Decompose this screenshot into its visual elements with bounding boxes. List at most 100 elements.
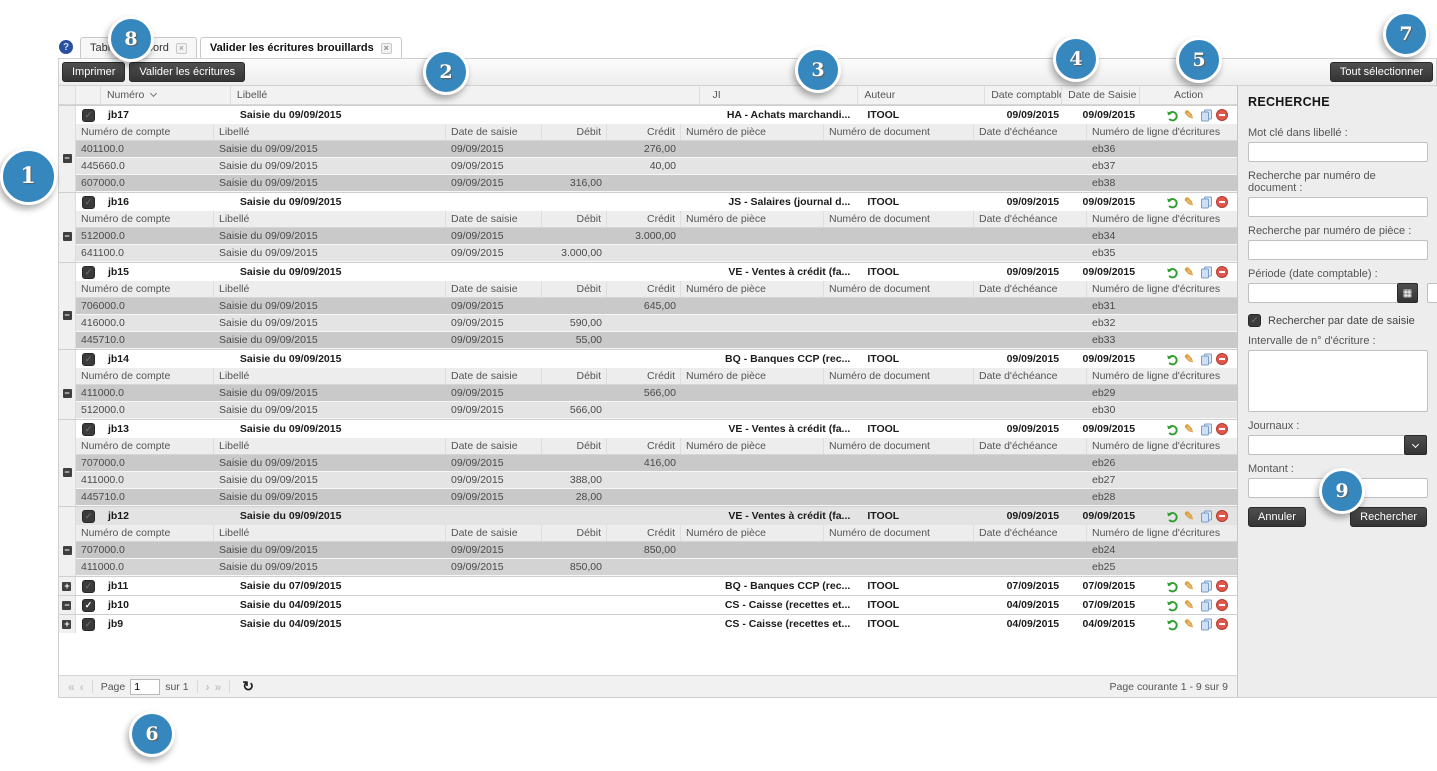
- expand-toggle-icon[interactable]: +: [62, 582, 71, 591]
- entry-group-row[interactable]: ✓jb13Saisie du 09/09/2015VE - Ventes à c…: [59, 419, 1237, 438]
- help-icon[interactable]: ?: [59, 40, 73, 54]
- collapse-toggle-icon[interactable]: −: [63, 546, 72, 555]
- column-header-date-saisie[interactable]: Date de Saisie: [1062, 86, 1140, 104]
- collapse-toggle-icon[interactable]: −: [63, 232, 72, 241]
- edit-icon[interactable]: ✎: [1182, 422, 1196, 436]
- validate-icon[interactable]: [1165, 509, 1179, 523]
- edit-icon[interactable]: ✎: [1182, 598, 1196, 612]
- calendar-icon[interactable]: ▦: [1397, 283, 1418, 303]
- detail-row[interactable]: 411000.0Saisie du 09/09/201509/09/201585…: [76, 559, 1237, 576]
- detail-row[interactable]: 707000.0Saisie du 09/09/201509/09/201541…: [76, 455, 1237, 472]
- detail-row[interactable]: 706000.0Saisie du 09/09/201509/09/201564…: [76, 298, 1237, 315]
- edit-icon[interactable]: ✎: [1182, 195, 1196, 209]
- validate-icon[interactable]: [1165, 617, 1179, 631]
- entry-group-row[interactable]: ✓jb17Saisie du 09/09/2015HA - Achats mar…: [59, 105, 1237, 124]
- column-header-auteur[interactable]: Auteur: [858, 86, 985, 104]
- num-piece-input[interactable]: [1248, 240, 1428, 260]
- detail-row[interactable]: 445710.0Saisie du 09/09/201509/09/201528…: [76, 489, 1237, 506]
- grid-scroll-area[interactable]: Numéro Libellé JI Auteur Date comptable …: [59, 86, 1237, 675]
- row-checkbox[interactable]: ✓: [82, 109, 95, 122]
- detail-row[interactable]: 707000.0Saisie du 09/09/201509/09/201585…: [76, 542, 1237, 559]
- validate-icon[interactable]: [1165, 598, 1179, 612]
- column-header-ji[interactable]: JI: [700, 86, 858, 104]
- row-checkbox[interactable]: ✓: [82, 196, 95, 209]
- delete-icon[interactable]: [1216, 109, 1228, 121]
- collapse-toggle-icon[interactable]: −: [63, 468, 72, 477]
- detail-row[interactable]: 411000.0Saisie du 09/09/201509/09/201538…: [76, 472, 1237, 489]
- dropdown-button[interactable]: [1404, 435, 1427, 455]
- delete-icon[interactable]: [1216, 618, 1228, 630]
- validate-icon[interactable]: [1165, 422, 1179, 436]
- rechercher-button[interactable]: Rechercher: [1350, 507, 1427, 527]
- expand-toggle-icon[interactable]: −: [62, 601, 71, 610]
- mot-cle-input[interactable]: [1248, 142, 1428, 162]
- delete-icon[interactable]: [1216, 196, 1228, 208]
- journaux-select-value[interactable]: [1248, 435, 1404, 455]
- annuler-button[interactable]: Annuler: [1248, 507, 1306, 527]
- entry-group-row[interactable]: +✓jb9Saisie du 04/09/2015CS - Caisse (re…: [59, 614, 1237, 633]
- edit-icon[interactable]: ✎: [1182, 108, 1196, 122]
- detail-row[interactable]: 401100.0Saisie du 09/09/201509/09/201527…: [76, 141, 1237, 158]
- delete-icon[interactable]: [1216, 266, 1228, 278]
- detail-row[interactable]: 416000.0Saisie du 09/09/201509/09/201559…: [76, 315, 1237, 332]
- validate-icon[interactable]: [1165, 195, 1179, 209]
- copy-icon[interactable]: [1199, 108, 1213, 122]
- copy-icon[interactable]: [1199, 579, 1213, 593]
- close-icon[interactable]: ×: [381, 43, 392, 54]
- validate-icon[interactable]: [1165, 265, 1179, 279]
- delete-icon[interactable]: [1216, 580, 1228, 592]
- copy-icon[interactable]: [1199, 265, 1213, 279]
- row-checkbox[interactable]: ✓: [82, 599, 95, 612]
- validate-icon[interactable]: [1165, 352, 1179, 366]
- entry-group-row[interactable]: −✓jb10Saisie du 04/09/2015CS - Caisse (r…: [59, 595, 1237, 614]
- validate-icon[interactable]: [1165, 108, 1179, 122]
- periode-debut-input[interactable]: [1248, 283, 1397, 303]
- row-checkbox[interactable]: ✓: [82, 353, 95, 366]
- edit-icon[interactable]: ✎: [1182, 617, 1196, 631]
- detail-row[interactable]: 411000.0Saisie du 09/09/201509/09/201556…: [76, 385, 1237, 402]
- tab-valider-ecritures-brouillards[interactable]: Valider les écritures brouillards ×: [200, 37, 402, 58]
- page-number-input[interactable]: [130, 679, 160, 695]
- entry-group-row[interactable]: ✓jb12Saisie du 09/09/2015VE - Ventes à c…: [59, 506, 1237, 525]
- row-checkbox[interactable]: ✓: [82, 423, 95, 436]
- collapse-toggle-icon[interactable]: −: [63, 311, 72, 320]
- valider-ecritures-button[interactable]: Valider les écritures: [129, 62, 245, 82]
- detail-row[interactable]: 512000.0Saisie du 09/09/201509/09/201556…: [76, 402, 1237, 419]
- edit-icon[interactable]: ✎: [1182, 352, 1196, 366]
- entry-group-row[interactable]: ✓jb14Saisie du 09/09/2015BQ - Banques CC…: [59, 349, 1237, 368]
- detail-row[interactable]: 607000.0Saisie du 09/09/201509/09/201531…: [76, 175, 1237, 192]
- first-page-icon[interactable]: «: [68, 680, 75, 694]
- entry-group-row[interactable]: ✓jb16Saisie du 09/09/2015JS - Salaires (…: [59, 192, 1237, 211]
- column-header-numero[interactable]: Numéro: [101, 86, 231, 104]
- entry-group-row[interactable]: ✓jb15Saisie du 09/09/2015VE - Ventes à c…: [59, 262, 1237, 281]
- periode-fin-input[interactable]: [1427, 283, 1437, 303]
- row-checkbox[interactable]: ✓: [82, 266, 95, 279]
- copy-icon[interactable]: [1199, 509, 1213, 523]
- last-page-icon[interactable]: »: [215, 680, 222, 694]
- copy-icon[interactable]: [1199, 352, 1213, 366]
- row-checkbox[interactable]: ✓: [82, 618, 95, 631]
- refresh-icon[interactable]: ↻: [242, 678, 254, 695]
- detail-row[interactable]: 445710.0Saisie du 09/09/201509/09/201555…: [76, 332, 1237, 349]
- copy-icon[interactable]: [1199, 195, 1213, 209]
- imprimer-button[interactable]: Imprimer: [62, 62, 125, 82]
- edit-icon[interactable]: ✎: [1182, 579, 1196, 593]
- collapse-toggle-icon[interactable]: −: [63, 154, 72, 163]
- previous-page-icon[interactable]: ‹: [80, 680, 84, 694]
- collapse-toggle-icon[interactable]: −: [63, 389, 72, 398]
- delete-icon[interactable]: [1216, 599, 1228, 611]
- column-header-date-comptable[interactable]: Date comptable: [985, 86, 1062, 104]
- validate-icon[interactable]: [1165, 579, 1179, 593]
- next-page-icon[interactable]: ›: [206, 680, 210, 694]
- detail-row[interactable]: 512000.0Saisie du 09/09/201509/09/20153.…: [76, 228, 1237, 245]
- edit-icon[interactable]: ✎: [1182, 509, 1196, 523]
- num-document-input[interactable]: [1248, 197, 1428, 217]
- journaux-select[interactable]: [1248, 435, 1427, 455]
- edit-icon[interactable]: ✎: [1182, 265, 1196, 279]
- copy-icon[interactable]: [1199, 422, 1213, 436]
- intervalle-textarea[interactable]: [1248, 350, 1428, 412]
- close-icon[interactable]: ×: [176, 43, 187, 54]
- detail-row[interactable]: 641100.0Saisie du 09/09/201509/09/20153.…: [76, 245, 1237, 262]
- date-saisie-checkbox[interactable]: ✓: [1248, 314, 1261, 327]
- detail-row[interactable]: 445660.0Saisie du 09/09/201509/09/201540…: [76, 158, 1237, 175]
